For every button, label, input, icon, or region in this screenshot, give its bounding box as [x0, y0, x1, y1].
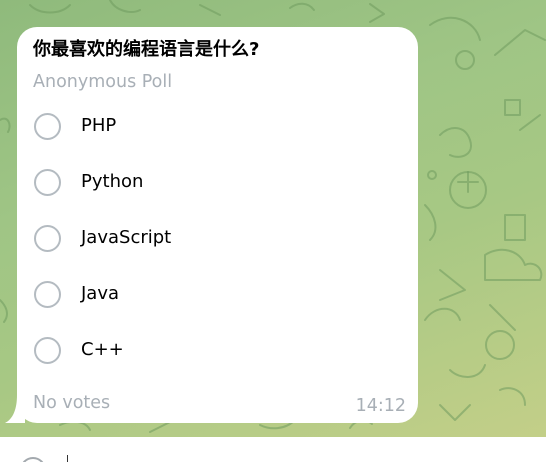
- radio-circle-icon[interactable]: [34, 225, 61, 252]
- poll-option-php[interactable]: PHP: [17, 99, 417, 155]
- poll-option-label: Python: [81, 171, 144, 192]
- bubble-tail: [5, 395, 25, 423]
- poll-option-label: C++: [81, 339, 124, 360]
- radio-circle-icon[interactable]: [34, 169, 61, 196]
- poll-option-java[interactable]: Java: [17, 267, 417, 323]
- message-time: 14:12: [355, 396, 406, 416]
- text-caret: [67, 455, 68, 462]
- poll-type-label: Anonymous Poll: [33, 72, 173, 92]
- poll-question: 你最喜欢的编程语言是什么?: [33, 39, 260, 60]
- poll-option-javascript[interactable]: JavaScript: [17, 211, 417, 267]
- votes-count: No votes: [33, 393, 111, 413]
- poll-option-label: JavaScript: [81, 227, 172, 248]
- message-composer[interactable]: [0, 437, 546, 462]
- radio-circle-icon[interactable]: [34, 337, 61, 364]
- emoji-icon[interactable]: [20, 457, 46, 462]
- poll-option-label: Java: [81, 283, 120, 304]
- poll-option-label: PHP: [81, 115, 117, 136]
- radio-circle-icon[interactable]: [34, 281, 61, 308]
- poll-message-bubble: 你最喜欢的编程语言是什么? Anonymous Poll PHP Python …: [17, 27, 418, 423]
- poll-option-cpp[interactable]: C++: [17, 323, 417, 379]
- radio-circle-icon[interactable]: [34, 113, 61, 140]
- poll-option-python[interactable]: Python: [17, 155, 417, 211]
